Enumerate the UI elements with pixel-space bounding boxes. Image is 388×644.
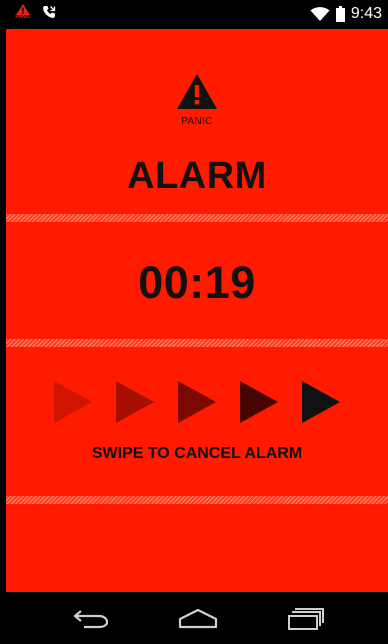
status-bar-right: 9:43 (310, 5, 382, 23)
swipe-arrow-5 (302, 381, 340, 423)
status-bar: PANIC 9:43 (0, 0, 388, 29)
back-button[interactable] (72, 606, 110, 630)
section-divider (6, 496, 388, 504)
alarm-countdown-timer: 00:19 (138, 257, 256, 308)
status-bar-left: PANIC (14, 4, 56, 20)
swipe-instruction: SWIPE TO CANCEL ALARM (91, 445, 303, 462)
swipe-arrow-3 (178, 381, 216, 423)
missed-call-icon (43, 6, 56, 18)
screen: PANIC 9:43 PANIC ALARM 00:19 SWIPE TO CA… (0, 0, 388, 644)
home-button[interactable] (177, 606, 219, 630)
swipe-arrow-4 (240, 381, 278, 423)
swipe-arrow-2 (116, 381, 154, 423)
panic-header: PANIC (6, 74, 388, 127)
navigation-bar (0, 592, 388, 644)
section-divider (6, 339, 388, 347)
status-panic-label: PANIC (15, 14, 31, 20)
battery-icon (335, 6, 345, 22)
wifi-icon (310, 7, 330, 21)
panic-caption: PANIC (181, 116, 213, 127)
swipe-arrows[interactable] (6, 381, 388, 423)
panic-warning-icon (177, 74, 217, 109)
section-divider (6, 214, 388, 222)
status-time: 9:43 (350, 5, 382, 22)
alarm-title: ALARM (127, 155, 267, 197)
swipe-to-cancel-slider[interactable] (6, 381, 388, 423)
status-panic-notification: PANIC (14, 4, 32, 20)
alarm-panel: PANIC ALARM 00:19 SWIPE TO CANCEL ALARM (6, 29, 388, 592)
recents-button[interactable] (286, 606, 326, 632)
swipe-arrow-1 (54, 381, 92, 423)
